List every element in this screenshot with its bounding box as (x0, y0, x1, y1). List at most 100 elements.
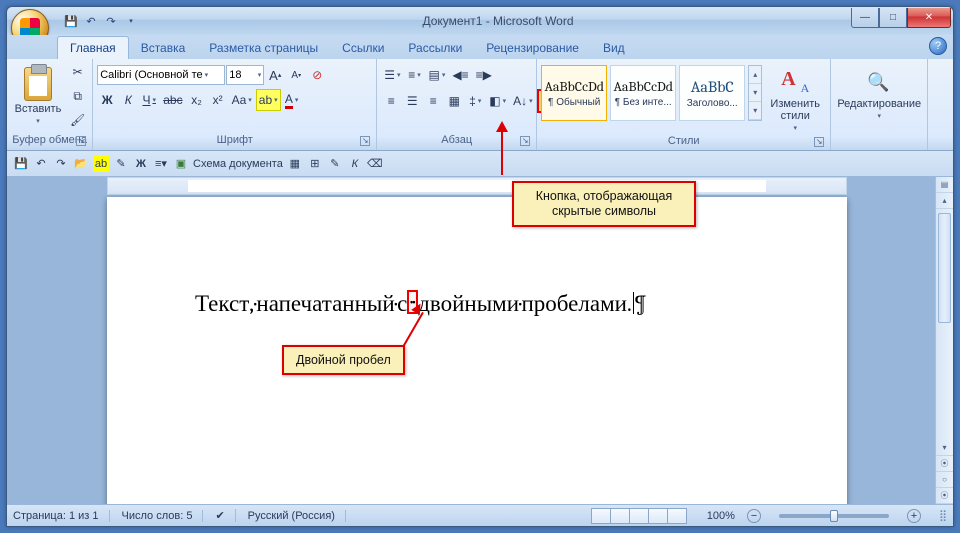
redo-icon[interactable]: ↷ (103, 13, 119, 29)
next-page-button[interactable]: ⦿ (936, 488, 953, 504)
strike-button[interactable]: abc (160, 89, 185, 111)
bold-button[interactable]: Ж (97, 89, 117, 111)
document-area: Текст,·напечатанный·с··двойными·пробелам… (7, 177, 953, 504)
tab-view[interactable]: Вид (591, 37, 637, 59)
sub-redo-icon[interactable]: ↷ (53, 156, 69, 172)
save-icon[interactable]: 💾 (63, 13, 79, 29)
sub-open-icon[interactable]: 📂 (73, 156, 89, 172)
sub-icon-2[interactable]: ▦ (287, 156, 303, 172)
tab-layout[interactable]: Разметка страницы (197, 37, 330, 59)
line-spacing-button[interactable]: ‡ (465, 90, 485, 112)
sub-save-icon[interactable]: 💾 (13, 156, 29, 172)
increase-indent-button[interactable]: ≡▶ (473, 64, 495, 86)
sub-check-icon[interactable]: ▣ (173, 156, 189, 172)
multilevel-button[interactable]: ▤ (426, 64, 449, 86)
tab-mailings[interactable]: Рассылки (396, 37, 474, 59)
underline-button[interactable]: Ч (139, 89, 159, 111)
zoom-thumb[interactable] (830, 510, 838, 522)
view-print-layout[interactable] (591, 508, 611, 524)
view-fullscreen[interactable] (610, 508, 630, 524)
paragraph-launcher[interactable]: ↘ (520, 136, 530, 146)
grow-font-button[interactable]: A▴ (265, 64, 285, 86)
scroll-up-button[interactable]: ▴ (936, 193, 953, 209)
clear-format-button[interactable]: ⊘ (307, 64, 327, 86)
sub-bold-icon[interactable]: Ж (133, 156, 149, 172)
browse-object-button[interactable]: ○ (936, 472, 953, 488)
zoom-in-button[interactable]: + (907, 509, 921, 523)
document-page[interactable]: Текст,·напечатанный·с··двойными·пробелам… (107, 197, 847, 504)
copy-button[interactable]: ⧉ (67, 85, 88, 107)
undo-icon[interactable]: ↶ (83, 13, 99, 29)
prev-page-button[interactable]: ⦿ (936, 456, 953, 472)
font-size-combo[interactable]: 18▾ (226, 65, 264, 85)
change-styles-button[interactable]: A A Изменить стили ▾ (764, 65, 826, 135)
subscript-button[interactable]: x₂ (187, 89, 207, 111)
sub-highlight-icon[interactable]: ab (93, 156, 109, 172)
justify-button[interactable]: ▦ (444, 90, 464, 112)
font-name-combo[interactable]: Calibri (Основной те▾ (97, 65, 225, 85)
tab-insert[interactable]: Вставка (129, 37, 198, 59)
status-page[interactable]: Страница: 1 из 1 (13, 510, 110, 522)
qat-more-icon[interactable]: ▾ (123, 13, 139, 29)
sub-italic-icon[interactable]: К (347, 156, 363, 172)
resize-grip-icon[interactable]: ⣿ (939, 509, 947, 522)
align-center-button[interactable]: ☰ (402, 90, 422, 112)
view-draft[interactable] (667, 508, 687, 524)
document-map-label[interactable]: Схема документа (193, 158, 283, 170)
styles-launcher[interactable]: ↘ (814, 137, 824, 147)
ruler-toggle-icon[interactable]: ▤ (936, 177, 953, 193)
scroll-thumb[interactable] (938, 213, 951, 323)
view-web[interactable] (629, 508, 649, 524)
status-proofing[interactable]: ✔ (215, 509, 235, 522)
sub-icon-5[interactable]: ⌫ (367, 156, 383, 172)
bullets-button[interactable]: ☰ (381, 64, 403, 86)
style-preview: AaBbCcDd (613, 78, 673, 95)
sub-undo-icon[interactable]: ↶ (33, 156, 49, 172)
tab-review[interactable]: Рецензирование (474, 37, 591, 59)
vertical-scrollbar[interactable]: ▤ ▴ ▾ ⦿ ○ ⦿ (935, 177, 953, 504)
callout-double-space-text: Двойной пробел (296, 353, 391, 367)
view-outline[interactable] (648, 508, 668, 524)
sub-icon-3[interactable]: ⊞ (307, 156, 323, 172)
help-button[interactable]: ? (929, 37, 947, 55)
view-buttons (592, 508, 687, 524)
style-nospacing[interactable]: AaBbCcDd ¶ Без инте... (610, 65, 676, 121)
paste-button[interactable]: Вставить ▾ (11, 61, 65, 131)
change-case-button[interactable]: Aa (229, 89, 255, 111)
format-painter-button[interactable]: 🖌 (67, 109, 88, 131)
callout-pilcrow: Кнопка, отображающая скрытые символы (512, 181, 696, 227)
decrease-indent-button[interactable]: ◀≡ (449, 64, 471, 86)
status-words[interactable]: Число слов: 5 (122, 510, 204, 522)
highlight-button[interactable]: ab (256, 89, 281, 111)
cut-button[interactable]: ✂ (67, 61, 88, 83)
zoom-slider[interactable] (779, 514, 889, 518)
font-launcher[interactable]: ↘ (360, 136, 370, 146)
style-heading1[interactable]: AaBbC Заголово... (679, 65, 745, 121)
align-right-button[interactable]: ≡ (423, 90, 443, 112)
horizontal-ruler[interactable] (107, 177, 847, 195)
sort-button[interactable]: A↓ (510, 90, 536, 112)
clipboard-launcher[interactable]: ↘ (76, 136, 86, 146)
minimize-button[interactable]: — (851, 8, 879, 28)
style-normal[interactable]: AaBbCcDd ¶ Обычный (541, 65, 607, 121)
styles-scroll[interactable]: ▴▾▾ (748, 65, 762, 121)
numbering-button[interactable]: ≡ (405, 64, 425, 86)
scroll-down-button[interactable]: ▾ (936, 440, 953, 456)
editing-button[interactable]: 🔍 Редактирование ▾ (835, 61, 923, 131)
sub-icon-1[interactable]: ✎ (113, 156, 129, 172)
shading-button[interactable]: ◧ (486, 90, 509, 112)
italic-button[interactable]: К (118, 89, 138, 111)
sub-list-icon[interactable]: ≡▾ (153, 156, 169, 172)
sub-icon-4[interactable]: ✎ (327, 156, 343, 172)
zoom-percent[interactable]: 100% (707, 510, 735, 522)
shrink-font-button[interactable]: A▾ (286, 64, 306, 86)
align-left-button[interactable]: ≡ (381, 90, 401, 112)
superscript-button[interactable]: x² (208, 89, 228, 111)
zoom-out-button[interactable]: − (747, 509, 761, 523)
close-button[interactable]: ✕ (907, 8, 951, 28)
tab-home[interactable]: Главная (57, 36, 129, 59)
font-color-button[interactable]: A (282, 89, 302, 111)
maximize-button[interactable]: □ (879, 8, 907, 28)
status-language[interactable]: Русский (Россия) (248, 510, 346, 522)
tab-references[interactable]: Ссылки (330, 37, 396, 59)
